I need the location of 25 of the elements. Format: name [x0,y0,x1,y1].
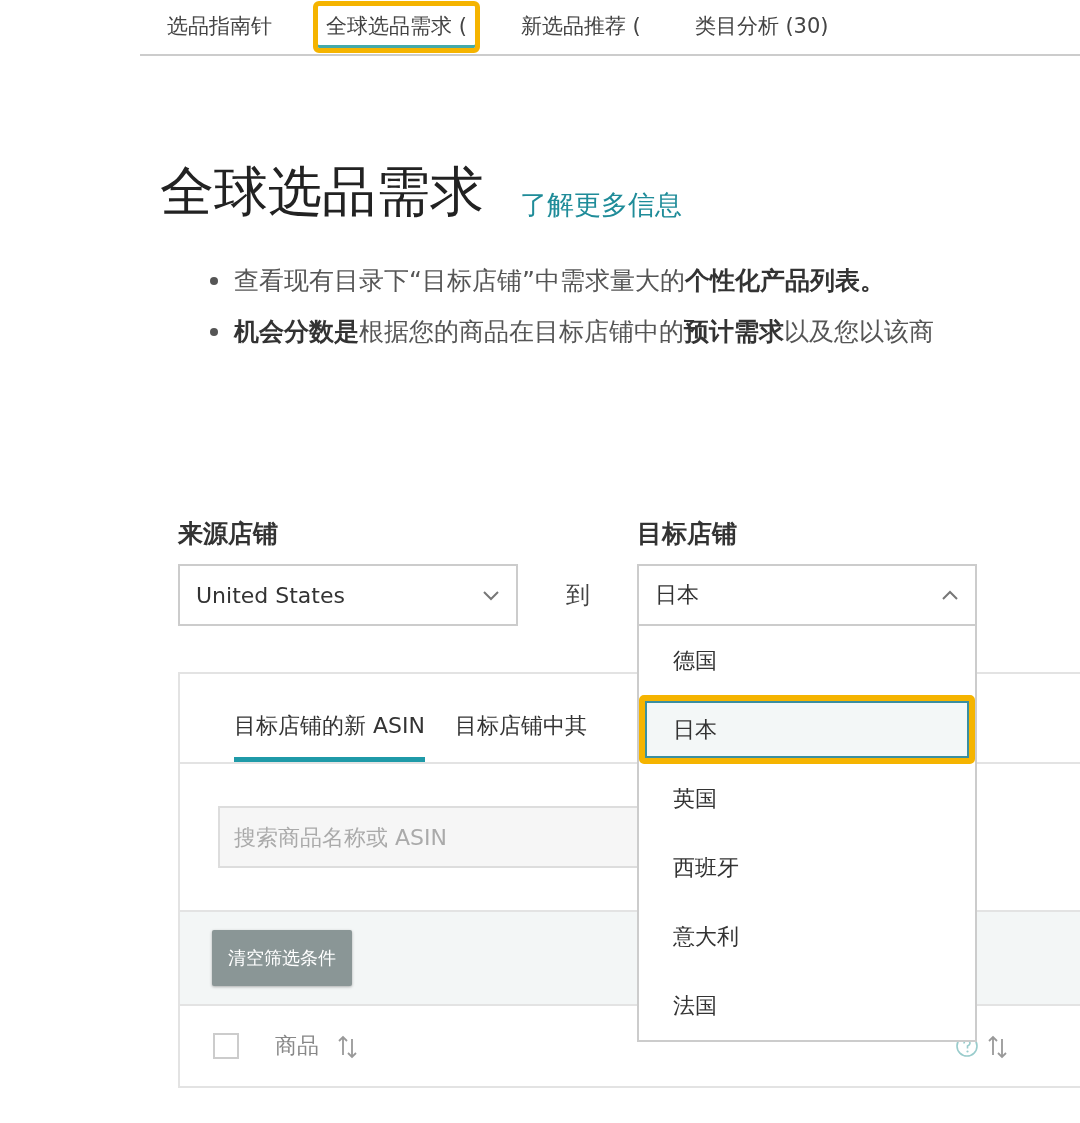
page-title: 全球选品需求 [160,159,484,225]
dropdown-option[interactable]: 德国 [639,626,975,695]
checkbox[interactable] [213,1033,239,1059]
dropdown-option[interactable]: 法国 [639,971,975,1040]
field-label: 目标店铺 [637,518,738,550]
dropdown-option[interactable]: 意大利 [639,902,975,971]
nav-tab[interactable]: 新选品推荐 ( [507,1,654,53]
target-store-select[interactable]: 日本 [637,564,977,626]
bullet-text: 查看现有目录下“目标店铺”中需求量大的个性化产品列表。 [234,265,885,297]
source-store-select[interactable]: United States [178,564,518,626]
dropdown-option[interactable]: 日本 [639,695,975,764]
nav-tab[interactable]: 全球选品需求 ( [313,1,480,53]
sort-icon[interactable] [337,1033,359,1059]
panel-tab[interactable]: 目标店铺的新 ASIN [234,711,425,762]
learn-more-link[interactable]: 了解更多信息 [520,187,682,229]
column-header: 商品 [275,1032,319,1060]
panel-tab[interactable]: 目标店铺中其 [454,711,587,762]
to-label: 到 [564,580,591,611]
bullet-text: 机会分数是根据您的商品在目标店铺中的预计需求以及您以该商 [234,316,934,348]
nav-tab[interactable]: 选品指南针 [154,1,285,53]
bullet-dot [210,276,218,285]
sort-icon[interactable] [987,1033,1009,1059]
nav-tab[interactable]: 类目分析 (30) [681,1,842,53]
bullet-dot [210,327,218,336]
field-label: 来源店铺 [178,518,279,550]
